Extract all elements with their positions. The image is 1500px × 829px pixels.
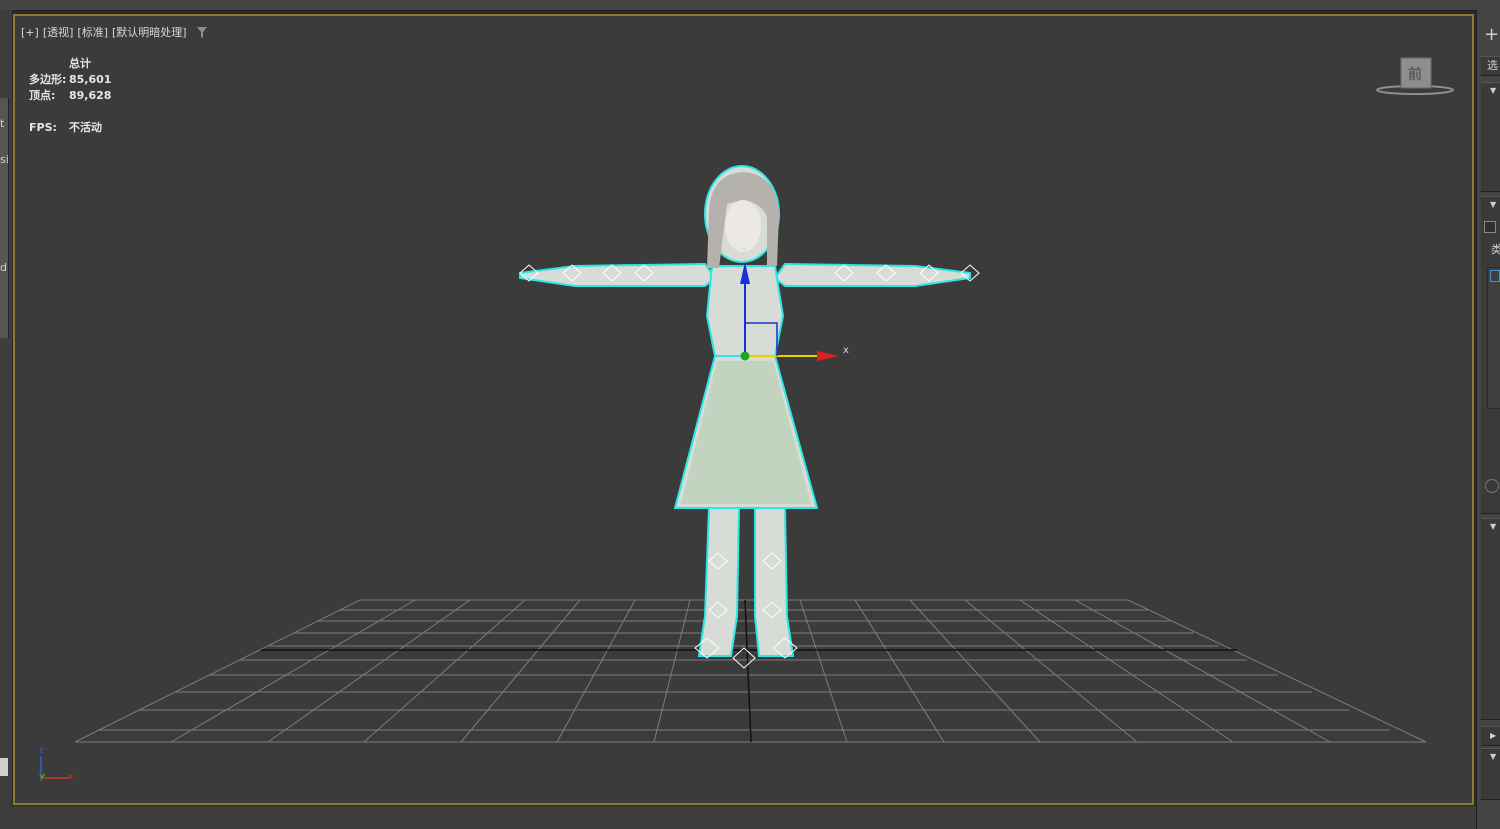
statistics-overlay: 总计 多边形: 85,601 顶点: 89,628 FPS: 不活动 xyxy=(29,56,111,136)
stats-key: FPS: xyxy=(29,121,57,134)
rollout-collapse-icon[interactable]: ▼ xyxy=(1490,87,1496,95)
rollout-1: ▼ xyxy=(1481,82,1500,192)
rollout-2: ▼ 类 xyxy=(1481,196,1500,514)
stats-key: 顶点: xyxy=(29,89,56,102)
dress-mesh-tint xyxy=(681,361,811,504)
viewport-quality-menu[interactable]: [标准] xyxy=(77,24,108,40)
rollout-collapse-icon[interactable]: ▼ xyxy=(1490,201,1496,209)
rollout-checkbox[interactable] xyxy=(1484,221,1496,233)
tab-fragment-label: 选 xyxy=(1487,59,1498,72)
rollout-radio[interactable] xyxy=(1485,479,1499,493)
stats-row-fps: FPS: 不活动 xyxy=(29,120,111,136)
left-expand-button[interactable] xyxy=(0,758,8,776)
rollout-collapse-icon[interactable]: ▼ xyxy=(1490,523,1496,531)
face xyxy=(725,200,761,252)
command-panel: + 选 ▼ ▼ 类 ▼ ▶ ▼ xyxy=(1476,10,1500,829)
group-fragment-label: 类 xyxy=(1491,243,1500,256)
stats-key: 多边形: xyxy=(29,73,67,86)
create-tab-plus-icon[interactable]: + xyxy=(1484,26,1499,44)
category-list-item-selected[interactable] xyxy=(1490,270,1500,282)
viewport-scene xyxy=(74,165,1427,743)
left-panel-edge xyxy=(0,98,9,338)
bottom-status-bar xyxy=(0,806,1500,829)
gizmo-x-label: x xyxy=(843,345,849,356)
category-list[interactable] xyxy=(1487,267,1500,409)
world-axis-y-label: y xyxy=(39,772,45,782)
left-fragment-2: si xyxy=(0,153,9,166)
rollout-5: ▼ xyxy=(1481,748,1500,800)
command-panel-tab[interactable]: 选 xyxy=(1481,56,1500,76)
perspective-viewport[interactable]: [+] [透视] [标准] [默认明暗处理] 总计 多边形: 85,601 顶点… xyxy=(13,14,1474,805)
viewcube-face-label: 前 xyxy=(1408,67,1422,83)
left-fragment-1: t xyxy=(0,117,5,130)
rollout-expand-icon[interactable]: ▶ xyxy=(1490,732,1496,740)
stats-value: 85,601 xyxy=(69,73,112,86)
stats-row-polygons: 多边形: 85,601 xyxy=(29,72,111,88)
filter-icon[interactable] xyxy=(196,26,207,38)
left-command-strip: t si d xyxy=(0,10,12,829)
world-axis-tripod: z y x xyxy=(35,744,75,784)
stats-value: 89,628 xyxy=(69,89,112,102)
rollout-4: ▶ xyxy=(1481,726,1500,746)
top-toolbar xyxy=(0,0,1500,11)
stats-row-vertices: 顶点: 89,628 xyxy=(29,88,111,104)
viewport-label-menu[interactable]: [+] [透视] [标准] [默认明暗处理] xyxy=(21,24,207,40)
gizmo-z-label: z xyxy=(742,246,748,257)
viewcube[interactable]: 前 xyxy=(1375,54,1455,98)
viewport-plus-menu[interactable]: [+] xyxy=(21,26,39,39)
left-fragment-3: d xyxy=(0,261,7,274)
stats-value: 不活动 xyxy=(69,121,102,134)
world-axis-z-label: z xyxy=(39,746,44,756)
rollout-collapse-icon[interactable]: ▼ xyxy=(1490,753,1496,761)
stats-header: 总计 xyxy=(69,57,91,70)
rollout-3: ▼ xyxy=(1481,518,1500,720)
viewport-pov-menu[interactable]: [透视] xyxy=(43,24,74,40)
viewport-shading-menu[interactable]: [默认明暗处理] xyxy=(112,24,187,40)
world-axis-x-label: x xyxy=(68,772,74,782)
